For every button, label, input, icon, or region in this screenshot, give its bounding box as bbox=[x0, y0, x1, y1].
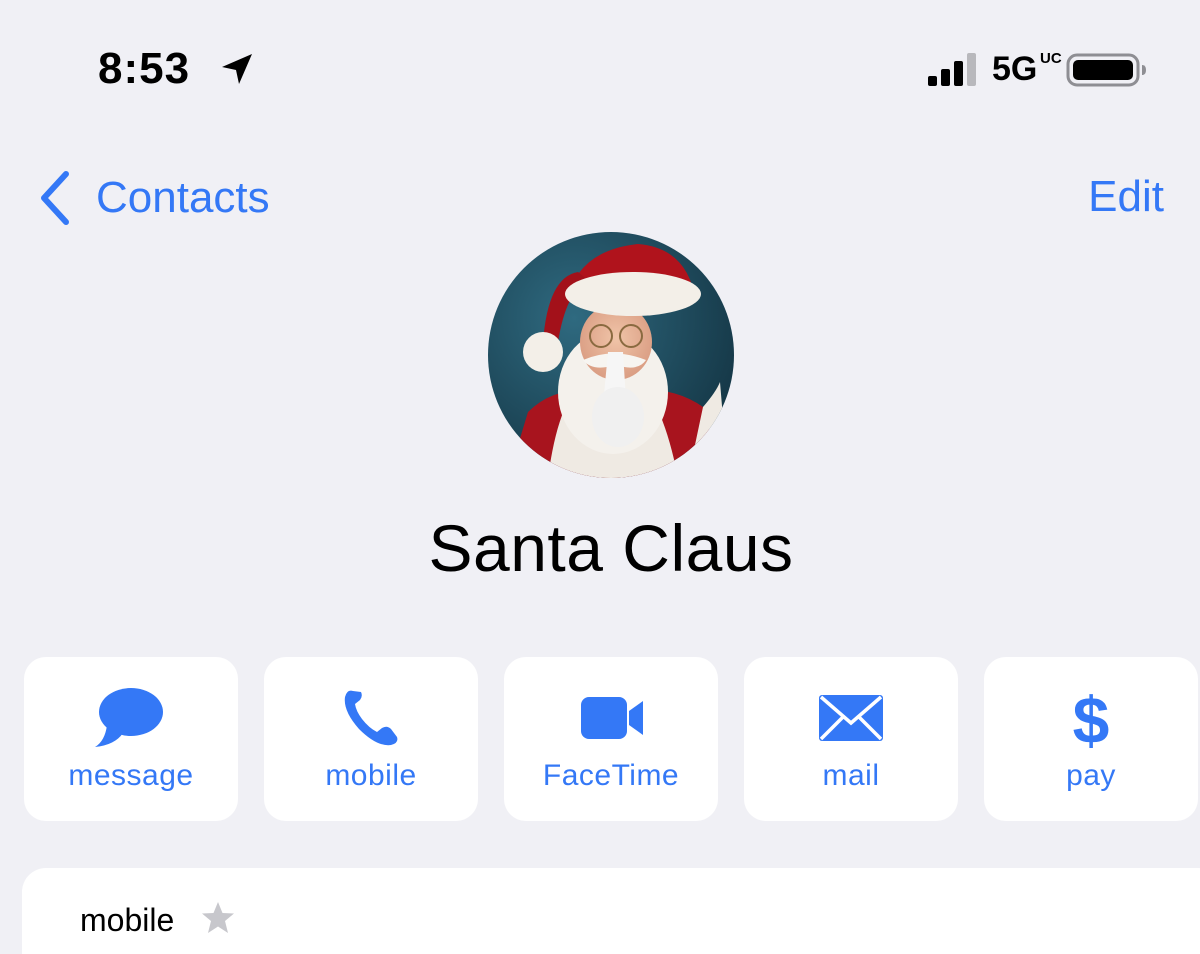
phone-icon bbox=[321, 685, 421, 749]
pay-button[interactable]: $ pay bbox=[984, 657, 1198, 821]
battery-full-icon bbox=[1066, 52, 1148, 88]
cellular-signal-icon bbox=[926, 52, 982, 88]
envelope-icon bbox=[801, 685, 901, 749]
svg-text:$: $ bbox=[1073, 685, 1110, 749]
mail-button[interactable]: mail bbox=[744, 657, 958, 821]
status-bar: 8:53 5G UC bbox=[0, 0, 1200, 140]
facetime-label: FaceTime bbox=[542, 759, 680, 792]
contact-avatar[interactable] bbox=[488, 232, 734, 478]
edit-button[interactable]: Edit bbox=[1088, 172, 1164, 222]
star-icon[interactable] bbox=[200, 900, 236, 936]
phone-number-card[interactable]: mobile bbox=[22, 868, 1200, 954]
status-time: 8:53 bbox=[98, 44, 191, 93]
message-bubble-icon bbox=[81, 685, 181, 749]
back-button-label: Contacts bbox=[96, 173, 270, 222]
facetime-button[interactable]: FaceTime bbox=[504, 657, 718, 821]
message-button[interactable]: message bbox=[24, 657, 238, 821]
message-label: message bbox=[68, 759, 194, 792]
mail-label: mail bbox=[822, 759, 880, 792]
pay-label: pay bbox=[1066, 759, 1116, 792]
dollar-icon: $ bbox=[1041, 683, 1141, 757]
chevron-left-icon bbox=[36, 168, 72, 228]
location-arrow-icon bbox=[218, 50, 256, 88]
network-type-label: 5G bbox=[992, 50, 1038, 88]
mobile-call-button[interactable]: mobile bbox=[264, 657, 478, 821]
video-camera-icon bbox=[561, 685, 661, 749]
phone-type-label: mobile bbox=[80, 902, 175, 938]
network-superscript: UC bbox=[1040, 50, 1062, 67]
mobile-label: mobile bbox=[325, 759, 417, 792]
back-button[interactable]: Contacts bbox=[36, 168, 270, 228]
contact-name: Santa Claus bbox=[428, 511, 794, 585]
